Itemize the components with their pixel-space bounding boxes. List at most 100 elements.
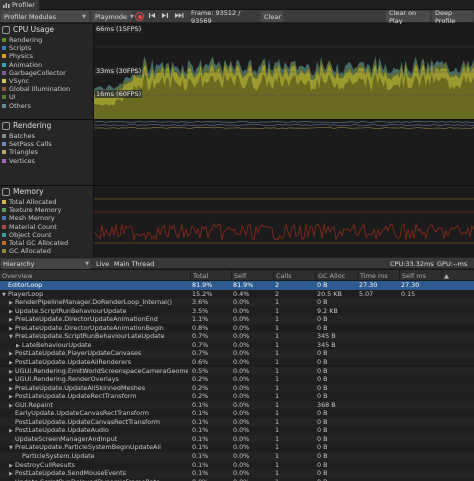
row-time-cell [359, 443, 399, 452]
row-self-cell: 0.0% [233, 417, 250, 426]
deep-profile-toggle[interactable]: Deep Profile [432, 9, 473, 25]
gpu-time-label: GPU:--ms [437, 260, 468, 268]
row-total-cell: 0.1% [192, 400, 209, 409]
table-row[interactable]: ▼ PreLateUpdate.ScriptRunBehaviourLateUpd… [0, 332, 474, 341]
rendering-series-0 [94, 120, 474, 124]
table-row[interactable]: ▶ UGUI.Rendering.EmitWorldScreenspaceCame… [0, 366, 474, 376]
row-total-cell: 0.2% [192, 375, 209, 384]
table-row[interactable]: ▶ UGUI.Rendering.RenderOverlays 0.2% 0.0% 1 0… [0, 375, 474, 384]
table-row[interactable]: ▶ RenderPipelineManager.DoRenderLoop_Inte… [0, 298, 474, 307]
table-row[interactable]: ▶ PreLateUpdate.DirectorUpdateAnimationEn… [0, 315, 474, 324]
row-name-cell: ▶ UGUI.Rendering.EmitWorldScreenspaceCame… [9, 367, 188, 376]
table-row[interactable]: ParticleSystem.Update 0.1% 0.0% 1 0 B [0, 452, 474, 461]
legend-item-setpass-calls[interactable]: SetPass Calls [2, 140, 52, 148]
table-row[interactable]: ▶ PostLateUpdate.SendMouseEvents 0.1% 0.0% 1… [0, 469, 474, 478]
column-header-calls[interactable]: Calls [273, 270, 315, 281]
legend-item-vsync[interactable]: VSync [2, 77, 29, 85]
legend-item-others[interactable]: Others [2, 102, 31, 110]
row-gc-cell: 0 B [317, 383, 328, 392]
table-row[interactable]: ▶ PostLateUpdate.UpdateAllRenderers 0.6% 0.… [0, 357, 474, 367]
legend-item-batches[interactable]: Batches [2, 132, 35, 140]
legend-item-global-illumination[interactable]: Global Illumination [2, 85, 70, 93]
row-time-cell: 27.30 [359, 281, 378, 289]
legend-item-animation[interactable]: Animation [2, 61, 42, 69]
legend-swatch [2, 216, 6, 221]
table-row[interactable]: EarlyUpdate.UpdateCanvasRectTransform 0.1… [0, 409, 474, 418]
table-row[interactable]: UpdateScreenManagerAndInput 0.1% 0.0% 1 0 B [0, 434, 474, 444]
record-button[interactable] [134, 11, 146, 22]
legend-item-vertices[interactable]: Vertices [2, 157, 35, 165]
row-self-cell: 0.0% [233, 306, 250, 315]
column-header-self[interactable]: Self [231, 270, 273, 281]
table-row[interactable]: ▶Update.ScriptRunDelayedDynamicFrameRate… [0, 477, 474, 481]
row-total-cell: 3.5% [192, 306, 209, 315]
legend-item-triangles[interactable]: Triangles [2, 148, 38, 156]
thread-dropdown[interactable]: Main Thread [112, 259, 192, 269]
table-row[interactable]: ▶ Update.ScriptRunBehaviourUpdate 3.5% 0.0%… [0, 306, 474, 316]
legend-label: Mesh Memory [9, 214, 55, 223]
legend-item-gc-allocated[interactable]: GC Allocated [2, 247, 51, 255]
rendering-module-panel[interactable]: Rendering Batches SetPass Calls Triangles V… [0, 120, 94, 185]
sort-warning-icon[interactable]: ▲ [441, 270, 474, 281]
row-selfms-cell [401, 375, 441, 384]
legend-item-texture-memory[interactable]: Texture Memory [2, 206, 61, 214]
column-header-time-ms[interactable]: Time ms [357, 270, 399, 281]
legend-item-total-gc-allocated[interactable]: Total GC Allocated [2, 239, 68, 247]
column-header-total[interactable]: Total [190, 270, 231, 281]
clear-on-play-toggle[interactable]: Clear on Play [386, 9, 430, 25]
table-row[interactable]: ▶ PostLateUpdate.PlayerUpdateCanvases 0.7%… [0, 349, 474, 358]
tab-profiler[interactable]: Profiler [0, 0, 39, 10]
table-row[interactable]: ▼ PlayerLoop 15.2% 0.4% 2 20.5 KB 5.07 0.15 [0, 289, 474, 299]
legend-item-ui[interactable]: UI [2, 93, 16, 101]
prev-frame-button[interactable] [148, 11, 158, 22]
cpu-usage-chart[interactable]: 66ms (15FPS) 33ms (30FPS) 16ms (60FPS) [94, 24, 474, 119]
legend-item-object-count[interactable]: Object Count [2, 231, 52, 239]
row-self-cell: 0.0% [233, 349, 250, 358]
last-frame-button[interactable] [174, 11, 186, 22]
clear-button[interactable]: Clear [261, 11, 283, 22]
table-row[interactable]: ▶ GUI.Repaint 0.1% 0.0% 1 368 B [0, 400, 474, 410]
playmode-dropdown[interactable]: Playmode ▼ [92, 11, 134, 22]
row-self-cell: 0.0% [233, 478, 273, 481]
table-row[interactable]: ▶ PostLateUpdate.UpdateRectTransform 0.2% 0… [0, 392, 474, 401]
row-gc-cell: 345 B [317, 340, 336, 349]
legend-item-mesh-memory[interactable]: Mesh Memory [2, 214, 55, 222]
legend-swatch [2, 249, 6, 254]
row-selfms-cell [401, 461, 441, 470]
legend-item-material-count[interactable]: Material Count [2, 223, 57, 231]
next-frame-button[interactable] [161, 11, 171, 22]
table-row[interactable]: PostLateUpdate.UpdateCanvasRectTransform… [0, 417, 474, 427]
table-row[interactable]: ▼ PreLateUpdate.ParticleSystemBeginUpdate… [0, 443, 474, 452]
cpu-module-panel[interactable]: CPU Usage Rendering Scripts Physics Animati… [0, 24, 94, 119]
table-row[interactable]: ▶ PreLateUpdate.UpdateAllSkinnedMeshes 0.2… [0, 383, 474, 393]
table-row[interactable]: ▶ DestroyCullResults 0.1% 0.0% 1 0 B [0, 460, 474, 470]
profiler-modules-dropdown[interactable]: Profiler Modules ▼ [1, 11, 89, 22]
memory-module-panel[interactable]: Memory Total Allocated Texture Memory Mesh… [0, 186, 94, 257]
row-time-cell [359, 315, 399, 324]
row-total-cell: 0.7% [192, 340, 209, 349]
row-total-cell: 3.6% [192, 298, 209, 307]
table-row[interactable]: ▶ PreLateUpdate.DirectorUpdateAnimationBe… [0, 323, 474, 333]
legend-item-total-allocated[interactable]: Total Allocated [2, 198, 57, 206]
table-row[interactable]: ▶ PostLateUpdate.UpdateAudio 0.1% 0.0% 1 0 B [0, 426, 474, 435]
column-header-gc-alloc[interactable]: GC Alloc [315, 270, 357, 281]
table-row[interactable]: ▶ LateBehaviourUpdate 0.7% 0.0% 1 345 B [0, 340, 474, 350]
view-mode-label: Hierarchy [3, 260, 35, 268]
memory-chart[interactable] [94, 186, 474, 257]
legend-label: Animation [9, 60, 43, 69]
table-row[interactable]: EditorLoop 81.9% 81.9% 2 0 B 27.30 27.30 [0, 281, 474, 290]
legend-item-physics[interactable]: Physics [2, 52, 33, 60]
row-selfms-cell [401, 349, 441, 358]
legend-item-rendering[interactable]: Rendering [2, 36, 42, 44]
live-toggle[interactable]: Live [94, 259, 112, 269]
column-header-overview[interactable]: Overview [0, 270, 190, 281]
legend-item-scripts[interactable]: Scripts [2, 44, 31, 52]
column-header-self-ms[interactable]: Self ms [399, 270, 441, 281]
cpu-time-label: CPU:33.32ms [390, 260, 434, 268]
view-mode-dropdown[interactable]: Hierarchy ▼ [1, 259, 91, 269]
skip-to-end-icon [174, 12, 184, 21]
legend-item-garbagecollector[interactable]: GarbageCollector [2, 69, 66, 77]
row-time-cell [359, 332, 399, 341]
rendering-chart[interactable] [94, 120, 474, 185]
legend-swatch [2, 241, 6, 245]
